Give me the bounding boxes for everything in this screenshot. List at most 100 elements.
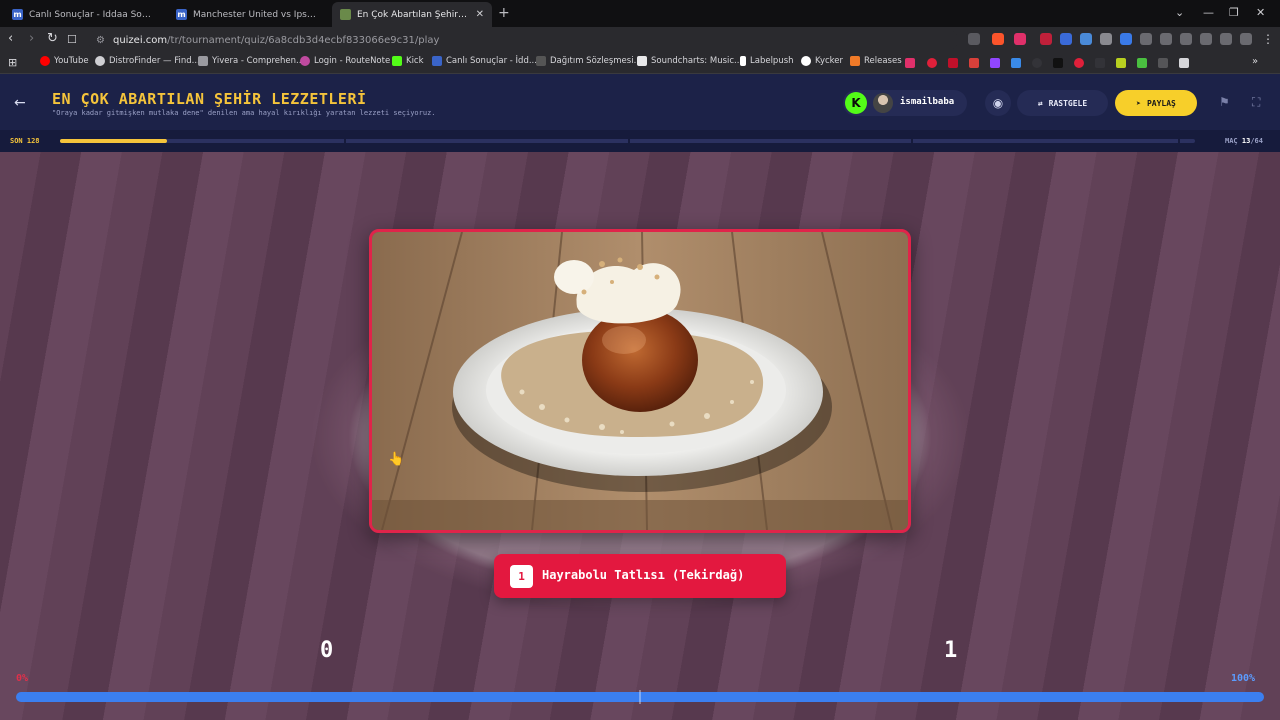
bookmark-youtube[interactable]: YouTube bbox=[40, 56, 89, 66]
browser-tab-2[interactable]: m Manchester United vs Ipswich Town, bbox=[168, 2, 328, 27]
soundcharts-icon bbox=[637, 56, 647, 66]
bookmark-label: YouTube bbox=[54, 56, 89, 66]
fullscreen-icon[interactable]: ⛶ bbox=[1252, 95, 1260, 110]
app-root: m Canlı Sonuçlar - İddaa Sonuçları | Ma … bbox=[0, 0, 1280, 720]
youtube-icon bbox=[40, 56, 50, 66]
spotify-icon[interactable] bbox=[1032, 58, 1042, 68]
match-total: /64 bbox=[1250, 137, 1263, 145]
extension-icon[interactable] bbox=[1040, 33, 1052, 45]
avatar bbox=[873, 93, 893, 113]
username: ismailbaba bbox=[900, 97, 955, 107]
browser-tab-1[interactable]: m Canlı Sonuçlar - İddaa Sonuçları | Ma bbox=[4, 2, 164, 27]
kycker-icon bbox=[801, 56, 811, 66]
bookmark-label: Soundcharts: Music... bbox=[651, 56, 743, 66]
close-window-icon[interactable]: ✕ bbox=[1256, 6, 1265, 19]
left-vote-count: 0 bbox=[320, 638, 334, 663]
extension-icon[interactable] bbox=[1060, 33, 1072, 45]
url-host: quizei.com bbox=[112, 34, 168, 46]
vote-bar-midline bbox=[639, 690, 641, 704]
mackolik-icon bbox=[432, 56, 442, 66]
twitch-icon[interactable] bbox=[990, 58, 1000, 68]
kick-logo-icon: K bbox=[845, 92, 867, 114]
shuffle-icon: ⇄ bbox=[1037, 98, 1043, 108]
back-arrow-icon[interactable]: ← bbox=[14, 95, 26, 111]
bookmark-favicon-icon[interactable] bbox=[1116, 58, 1126, 68]
round-label: SON 128 bbox=[10, 137, 40, 145]
forward-icon[interactable]: › bbox=[29, 31, 34, 46]
sidebar-icon[interactable] bbox=[1160, 33, 1172, 45]
address-bar[interactable]: ⚙ quizei.com/tr/tournament/quiz/6a8cdb3d… bbox=[88, 30, 958, 50]
page-subtitle: "Oraya kadar gitmişken mutlaka dene" den… bbox=[52, 109, 436, 117]
bookmark-label: Login - RouteNote bbox=[314, 56, 391, 66]
restore-icon[interactable]: ❐ bbox=[1229, 6, 1239, 19]
share-button[interactable]: ➤ PAYLAŞ bbox=[1115, 90, 1197, 116]
bookmark-icon[interactable]: ☐ bbox=[67, 33, 77, 46]
bookmark-favicon-icon[interactable] bbox=[1158, 58, 1168, 68]
instagram-icon[interactable] bbox=[905, 58, 915, 68]
vpn-icon[interactable] bbox=[1220, 33, 1232, 45]
extensions-puzzle-icon[interactable] bbox=[1140, 33, 1152, 45]
bookmark-label: Releases bbox=[864, 56, 902, 66]
reload-icon[interactable]: ↻ bbox=[47, 31, 58, 46]
match-counter: MAÇ 13/64 bbox=[1225, 137, 1263, 145]
bookmark-labelpush[interactable]: Labelpush bbox=[740, 56, 794, 66]
tools-icon[interactable] bbox=[1240, 33, 1252, 45]
bookmark-favicon-icon[interactable] bbox=[1179, 58, 1189, 68]
bookmark-releases[interactable]: Releases bbox=[850, 56, 902, 66]
bookmark-kick[interactable]: Kick bbox=[392, 56, 424, 66]
brave-shield-icon[interactable] bbox=[992, 33, 1004, 45]
eye-icon: ◉ bbox=[992, 96, 1004, 110]
site-info-icon[interactable]: ⚙ bbox=[96, 35, 105, 46]
browser-tab-active[interactable]: En Çok Abartılan Şehir Lezzetleri ✕ bbox=[332, 2, 492, 27]
bookmark-favicon-icon[interactable] bbox=[948, 58, 958, 68]
match-prefix: MAÇ bbox=[1225, 137, 1238, 145]
tab-favicon: m bbox=[176, 9, 187, 20]
tab-title: Manchester United vs Ipswich Town, bbox=[193, 9, 320, 20]
menu-icon[interactable]: ⋮ bbox=[1262, 32, 1274, 46]
new-tab-icon[interactable]: + bbox=[498, 5, 510, 21]
dessert-photo bbox=[372, 232, 908, 530]
close-tab-icon[interactable]: ✕ bbox=[476, 9, 484, 20]
right-vote-count: 1 bbox=[944, 638, 958, 663]
bookmark-yivera[interactable]: Yivera - Comprehen... bbox=[198, 56, 304, 66]
report-flag-icon[interactable]: ⚑ bbox=[1219, 95, 1230, 109]
bookmark-favicon-icon[interactable] bbox=[1137, 58, 1147, 68]
bookmark-label: Labelpush bbox=[750, 56, 794, 66]
bookmark-favicon-icon[interactable] bbox=[1011, 58, 1021, 68]
bookmark-label: DistroFinder — Find... bbox=[109, 56, 200, 66]
yivera-icon bbox=[198, 56, 208, 66]
translate-icon[interactable] bbox=[968, 33, 980, 45]
extension-icon[interactable] bbox=[1100, 33, 1112, 45]
minimize-icon[interactable]: — bbox=[1203, 6, 1214, 19]
gmail-icon[interactable] bbox=[969, 58, 979, 68]
bookmark-canli-sonuclar[interactable]: Canlı Sonuçlar - İdd... bbox=[432, 56, 537, 66]
brave-rewards-icon[interactable] bbox=[1014, 33, 1026, 45]
pinterest-icon[interactable] bbox=[927, 58, 937, 68]
bookmark-label: Canlı Sonuçlar - İdd... bbox=[446, 56, 537, 66]
choice-image-card[interactable] bbox=[369, 229, 911, 533]
apps-grid-icon[interactable]: ⊞ bbox=[8, 56, 17, 69]
bookmark-routenote[interactable]: Login - RouteNote bbox=[300, 56, 390, 66]
tab-title: Canlı Sonuçlar - İddaa Sonuçları | Ma bbox=[29, 9, 156, 20]
bookmark-favicon-icon[interactable] bbox=[1074, 58, 1084, 68]
back-icon[interactable]: ‹ bbox=[8, 31, 13, 46]
bookmark-dagitim[interactable]: Dağıtım Sözleşmesi... bbox=[536, 56, 642, 66]
wallet-icon[interactable] bbox=[1180, 33, 1192, 45]
labelpush-icon bbox=[740, 56, 746, 66]
extension-icon[interactable] bbox=[1120, 33, 1132, 45]
document-icon bbox=[536, 56, 546, 66]
bookmark-soundcharts[interactable]: Soundcharts: Music... bbox=[637, 56, 742, 66]
spectate-button[interactable]: ◉ bbox=[985, 90, 1011, 116]
leo-icon[interactable] bbox=[1200, 33, 1212, 45]
tab-title: En Çok Abartılan Şehir Lezzetleri bbox=[357, 9, 470, 20]
bookmark-favicon-icon[interactable] bbox=[1095, 58, 1105, 68]
bookmark-distrofinder[interactable]: DistroFinder — Find... bbox=[95, 56, 200, 66]
more-bookmarks-icon[interactable]: » bbox=[1252, 56, 1258, 67]
share-label: PAYLAŞ bbox=[1146, 98, 1176, 108]
tab-search-icon[interactable]: ⌄ bbox=[1175, 6, 1184, 19]
tab-favicon bbox=[340, 9, 351, 20]
random-button[interactable]: ⇄ RASTGELE bbox=[1017, 90, 1108, 116]
bookmark-kycker[interactable]: Kycker bbox=[801, 56, 843, 66]
x-icon[interactable] bbox=[1053, 58, 1063, 68]
extension-icon[interactable] bbox=[1080, 33, 1092, 45]
